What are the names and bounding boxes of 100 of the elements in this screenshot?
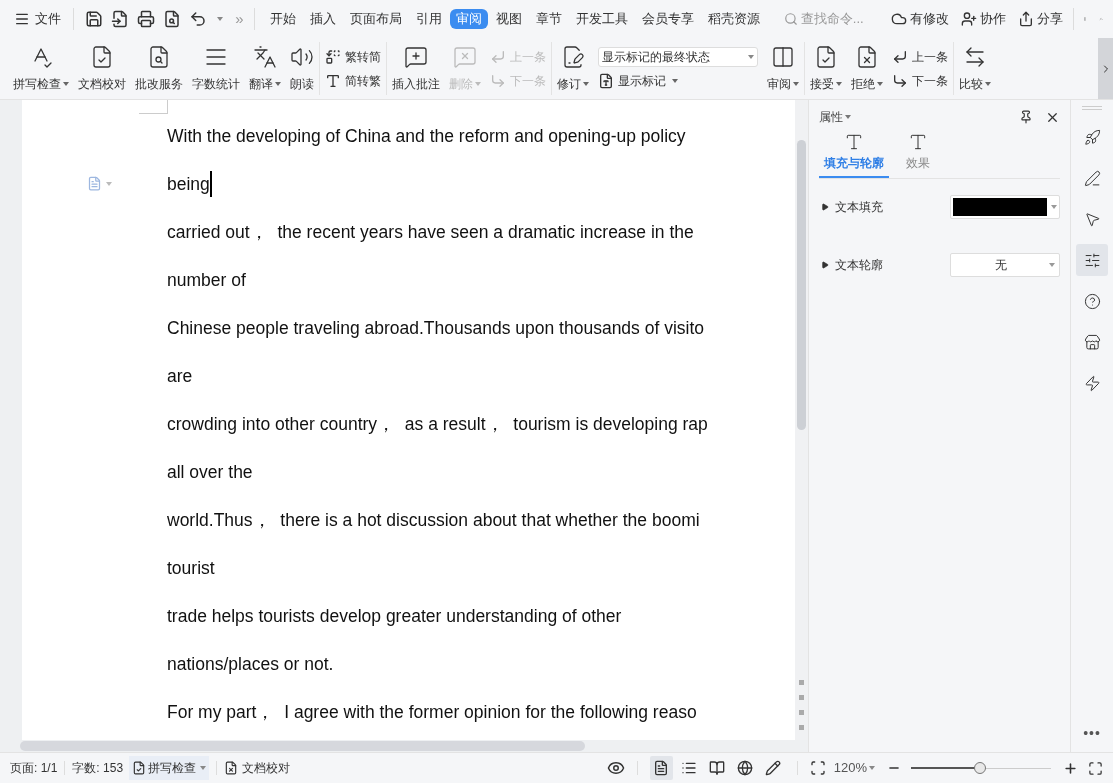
document-x-icon — [855, 44, 879, 69]
ribbon-small-button[interactable]: 简转繁 — [325, 71, 381, 90]
row-label: 文本填充 — [835, 199, 883, 216]
margin-corner-mark — [139, 100, 168, 114]
lightning-icon — [1083, 374, 1101, 392]
ribbon-tab[interactable]: 插入 — [303, 9, 342, 29]
more-button[interactable]: ••• — [1083, 726, 1101, 740]
comment-plus-icon — [404, 44, 428, 69]
document-text: With the developing of China and the reform and opening-up policy — [167, 125, 686, 148]
zoom-level[interactable]: 120% — [833, 758, 875, 778]
save-icon[interactable] — [85, 10, 104, 28]
pin-icon[interactable] — [1019, 110, 1033, 124]
color-dropdown[interactable] — [950, 195, 1060, 219]
ribbon-tab[interactable]: 章节 — [529, 9, 568, 29]
search-field[interactable]: 查找命令... — [800, 9, 881, 29]
ribbon-button[interactable]: 比较 — [959, 38, 991, 99]
slider-thumb[interactable] — [973, 762, 986, 774]
action-button[interactable]: 分享 — [1017, 9, 1063, 29]
ribbon-tab[interactable]: 稻壳资源 — [701, 9, 766, 29]
undo-icon[interactable] — [189, 10, 208, 28]
zoom-slider[interactable] — [911, 761, 1051, 775]
scroll-thumb[interactable] — [20, 741, 585, 751]
ribbon-small-button[interactable]: 显示标记 — [598, 72, 758, 90]
word-count[interactable]: 字数: 153 — [72, 759, 124, 777]
ribbon-button[interactable]: 修订 — [557, 38, 589, 99]
web-view-icon — [737, 760, 754, 776]
document-search-icon — [147, 44, 171, 69]
rocket-icon — [1083, 128, 1101, 146]
document-check-icon — [90, 44, 114, 69]
ribbon-button[interactable]: 审阅 — [767, 38, 799, 99]
ribbon-tab[interactable]: 会员专享 — [635, 9, 700, 29]
text-icon — [325, 72, 341, 89]
fit-icon[interactable] — [809, 760, 826, 776]
letter-a-icon — [844, 132, 864, 152]
ribbon-tab[interactable]: 引用 — [409, 9, 448, 29]
caret-icon — [217, 17, 224, 21]
export-icon[interactable] — [111, 10, 130, 28]
sliders-icon — [1083, 251, 1101, 269]
arrow-left-icon — [892, 48, 908, 65]
ribbon-tab[interactable]: 开始 — [263, 9, 302, 29]
fullscreen-icon[interactable] — [1088, 760, 1103, 776]
ribbon-tab[interactable]: 视图 — [489, 9, 528, 29]
ribbon-small-button[interactable]: 上一条 — [892, 47, 948, 66]
document-text: crowding into other country， as a result， tourism is developing rap — [167, 413, 708, 436]
vertical-scrollbar[interactable] — [795, 100, 808, 740]
ribbon-button[interactable]: 文档校对 — [78, 38, 126, 99]
document-text: number of — [167, 269, 246, 292]
help-icon — [1083, 292, 1101, 310]
scroll-thumb[interactable] — [797, 140, 806, 430]
document-text: all over the — [167, 461, 253, 484]
share-icon — [1017, 11, 1034, 27]
ribbon-button[interactable]: 插入批注 — [392, 38, 440, 99]
search-icon — [783, 12, 798, 26]
ribbon-button[interactable]: 翻译 — [249, 38, 281, 99]
row-label: 文本轮廓 — [835, 257, 883, 274]
letter-a-icon — [908, 132, 928, 152]
horizontal-scrollbar[interactable] — [0, 740, 808, 752]
panel-tab[interactable]: 填充与轮廓 — [819, 132, 889, 178]
arrow-right-icon — [892, 72, 908, 89]
document-text: are — [167, 365, 193, 388]
user-plus-icon — [960, 11, 977, 27]
caret-icon — [106, 181, 112, 186]
pointer-icon — [1083, 210, 1101, 228]
store-icon — [1083, 333, 1101, 351]
ribbon-button[interactable]: 拒绝 — [851, 38, 883, 99]
ribbon-button[interactable]: 朗读 — [290, 38, 314, 99]
document-text: For my part， I agree with the former opinion for the following reaso — [167, 701, 697, 724]
ribbon-small-button[interactable]: 下一条 — [892, 71, 948, 90]
panel-title[interactable]: 属性 — [819, 108, 851, 126]
eye-icon[interactable] — [606, 759, 625, 777]
document-text: tourist — [167, 557, 215, 580]
ribbon-button[interactable]: 字数统计 — [192, 38, 240, 99]
document-text: being — [167, 173, 210, 196]
print-icon[interactable] — [137, 10, 156, 28]
cloud-icon — [890, 11, 907, 27]
side-tool-button[interactable] — [1076, 244, 1108, 276]
panel-tab[interactable]: 效果 — [901, 132, 935, 178]
markup-dropdown[interactable]: 显示标记的最终状态 — [598, 47, 758, 67]
proofread-button[interactable]: 文档校对 — [224, 759, 291, 777]
zoom-in-icon[interactable] — [1063, 760, 1078, 776]
action-button[interactable]: 有修改 — [890, 9, 949, 29]
expand-icon[interactable] — [821, 203, 829, 211]
ribbon-button[interactable]: 接受 — [810, 38, 842, 99]
ribbon-small-button[interactable]: 繁转简 — [325, 47, 381, 66]
expand-icon[interactable] — [821, 261, 829, 269]
document-pen-icon — [561, 44, 585, 69]
document-x-icon — [224, 761, 239, 775]
page-view-icon — [653, 760, 670, 776]
document-icon — [598, 73, 614, 89]
ribbon-button[interactable]: 批改服务 — [135, 38, 183, 99]
ribbon-tab[interactable]: 页面布局 — [343, 9, 408, 29]
preview-icon[interactable] — [163, 10, 182, 28]
spell-check-button[interactable]: 拼写检查 — [129, 756, 210, 780]
ribbon-tab[interactable]: 开发工具 — [569, 9, 634, 29]
view-mode-button[interactable] — [649, 756, 673, 780]
file-menu-button[interactable]: 文件 — [14, 9, 61, 29]
ribbon-button[interactable]: 拼写检查 — [13, 38, 69, 99]
caret-icon — [1049, 263, 1055, 267]
action-button[interactable]: 协作 — [960, 9, 1006, 29]
outline-dropdown[interactable]: 无 — [950, 253, 1060, 277]
